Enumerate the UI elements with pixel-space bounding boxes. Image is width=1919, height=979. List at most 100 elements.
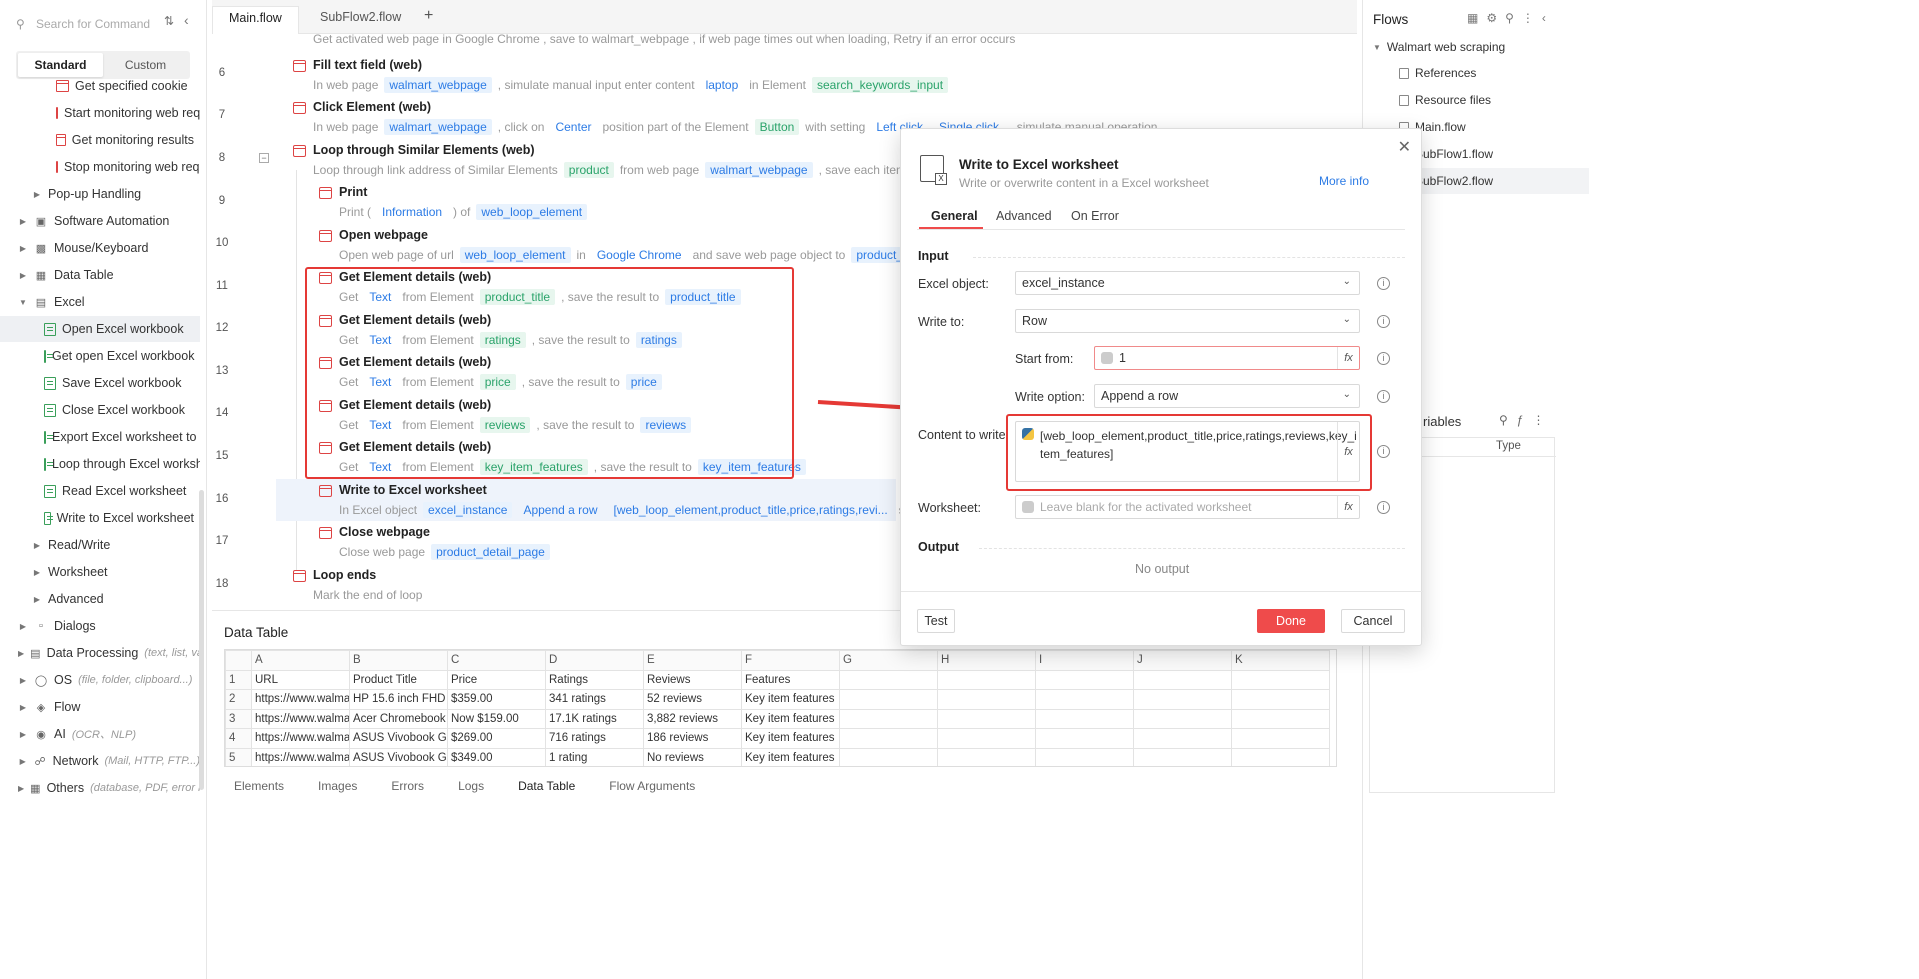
tree-item[interactable]: ▶ ◯ OS (file, folder, clipboard...) — [0, 667, 200, 693]
column-header[interactable]: H — [937, 650, 1036, 671]
table-cell[interactable] — [1231, 708, 1330, 729]
table-cell[interactable] — [1035, 708, 1134, 729]
test-button[interactable]: Test — [917, 609, 955, 633]
table-cell[interactable] — [1133, 689, 1232, 710]
table-cell[interactable] — [839, 689, 938, 710]
tree-item[interactable]: ▶ ▤ Data Processing (text, list, variab — [0, 640, 200, 666]
table-cell[interactable]: Features — [741, 669, 840, 690]
step-18[interactable]: Loop ends Mark the end of loop — [293, 568, 428, 602]
table-cell[interactable]: https://www.walmar — [251, 747, 350, 766]
write-option-select[interactable]: Append a row ⌄ — [1094, 384, 1360, 408]
tab-main-flow[interactable]: Main.flow — [212, 6, 299, 34]
table-cell[interactable]: 52 reviews — [643, 689, 742, 710]
tree-item[interactable]: ▶ ▩ Mouse/Keyboard — [0, 235, 200, 261]
var-chip[interactable]: walmart_webpage — [384, 119, 492, 135]
table-cell[interactable] — [1035, 669, 1134, 690]
table-cell[interactable]: Key item features — [741, 747, 840, 766]
table-cell[interactable]: 4 — [225, 728, 252, 749]
flow-item[interactable]: SubFlow2.flow — [1399, 168, 1589, 194]
tree-item[interactable]: ▶ Advanced — [0, 586, 200, 612]
bottom-tab[interactable]: Errors — [391, 772, 424, 800]
value-chip[interactable]: Center — [550, 119, 596, 135]
value-chip[interactable]: [web_loop_element,product_title,price,ra… — [609, 502, 893, 518]
table-cell[interactable] — [937, 708, 1036, 729]
fx-icon[interactable]: fx — [1337, 496, 1359, 518]
table-cell[interactable]: HP 15.6 inch FHD IF — [349, 689, 448, 710]
add-tab-icon[interactable]: + — [408, 3, 449, 31]
tree-item[interactable]: ▶ ☍ Network (Mail, HTTP, FTP...) — [0, 748, 200, 774]
table-cell[interactable]: Product Title — [349, 669, 448, 690]
column-header[interactable]: K — [1231, 650, 1330, 671]
column-header[interactable]: B — [349, 650, 448, 671]
write-to-select[interactable]: Row ⌄ — [1015, 309, 1360, 333]
table-cell[interactable]: $359.00 — [447, 689, 546, 710]
table-cell[interactable] — [1231, 689, 1330, 710]
table-cell[interactable]: 5 — [225, 747, 252, 766]
step-5[interactable]: Get activated web page in Google Chrome … — [313, 32, 1015, 46]
tree-item[interactable]: Loop through Excel workshee — [0, 451, 200, 477]
flow-item[interactable]: Resource files — [1399, 93, 1491, 107]
tree-item[interactable]: ▶ ▦ Data Table — [0, 262, 200, 288]
table-cell[interactable]: Key item features — [741, 728, 840, 749]
var-chip[interactable]: walmart_webpage — [384, 77, 492, 93]
table-cell[interactable] — [937, 689, 1036, 710]
column-header[interactable]: F — [741, 650, 840, 671]
tree-item[interactable]: Stop monitoring web requ — [0, 154, 200, 180]
tree-item[interactable]: Get open Excel workbook — [0, 343, 200, 369]
table-cell[interactable]: 2 — [225, 689, 252, 710]
table-row[interactable]: 3 https://www.walmar Acer Chromebook Now $1… — [225, 708, 1330, 729]
table-cell[interactable]: No reviews — [643, 747, 742, 766]
table-cell[interactable] — [937, 747, 1036, 766]
column-header[interactable]: I — [1035, 650, 1134, 671]
table-cell[interactable] — [1133, 708, 1232, 729]
data-table[interactable]: A B C D E F G H I J K 1 URL Product Title Price Ratings… — [225, 650, 1330, 766]
table-cell[interactable]: $349.00 — [447, 747, 546, 766]
table-cell[interactable]: Now $159.00 — [447, 708, 546, 729]
flow-root[interactable]: ▼ Walmart web scraping — [1373, 40, 1505, 54]
tree-item[interactable]: Read Excel worksheet — [0, 478, 200, 504]
table-cell[interactable]: Acer Chromebook — [349, 708, 448, 729]
table-cell[interactable]: 716 ratings — [545, 728, 644, 749]
table-cell[interactable]: https://www.walmar — [251, 728, 350, 749]
var-chip[interactable]: walmart_webpage — [705, 162, 813, 178]
table-cell[interactable] — [1035, 747, 1134, 766]
table-cell[interactable] — [839, 708, 938, 729]
fx-icon[interactable]: fx — [1337, 347, 1359, 369]
tree-item[interactable]: ▶ ▣ Software Automation — [0, 208, 200, 234]
flows-toolbar-icons[interactable]: ▦⚙⚲⋮‹ — [1467, 11, 1554, 25]
table-row[interactable]: 2https://www.walmarHP 15.6 inch FHD IF$3… — [225, 689, 1330, 710]
tree-item[interactable]: Open Excel workbook — [0, 316, 200, 342]
table-cell[interactable] — [839, 669, 938, 690]
tab-on-error[interactable]: On Error — [1071, 209, 1119, 223]
tree-item[interactable]: Start monitoring web requ — [0, 100, 200, 126]
tree-item[interactable]: Get monitoring results — [0, 127, 200, 153]
bottom-tab[interactable]: Images — [318, 772, 357, 800]
bottom-tab[interactable]: Flow Arguments — [609, 772, 695, 800]
tree-item[interactable]: ▶ Worksheet — [0, 559, 200, 585]
excel-object-select[interactable]: excel_instance ⌄ — [1015, 271, 1360, 295]
table-cell[interactable] — [937, 669, 1036, 690]
cancel-button[interactable]: Cancel — [1341, 609, 1405, 633]
table-cell[interactable] — [1035, 689, 1134, 710]
table-cell[interactable]: $269.00 — [447, 728, 546, 749]
info-icon[interactable]: i — [1377, 315, 1390, 328]
var-chip[interactable]: web_loop_element — [476, 204, 588, 220]
table-cell[interactable]: 1 — [225, 669, 252, 690]
table-cell[interactable]: ASUS Vivobook Go — [349, 728, 448, 749]
element-chip[interactable]: product — [563, 162, 614, 178]
column-header[interactable] — [225, 650, 252, 671]
step-10[interactable]: Open webpage Open web page of url web_loop… — [319, 228, 976, 263]
table-cell[interactable]: 186 reviews — [643, 728, 742, 749]
command-search[interactable]: ⚲ Search for Command — [16, 12, 186, 36]
value-chip[interactable]: Append a row — [518, 502, 602, 518]
step-9[interactable]: Print Print (Information) of web_loop_elem… — [319, 185, 593, 220]
tree-item[interactable]: ▶ ▦ Others (database, PDF, error hand — [0, 775, 200, 801]
table-cell[interactable] — [1035, 728, 1134, 749]
bottom-tab[interactable]: Elements — [234, 772, 284, 800]
data-table-grid[interactable]: A B C D E F G H I J K 1 URL Product Title Price Ratings… — [224, 649, 1337, 767]
tree-item[interactable]: Export Excel worksheet to PD — [0, 424, 200, 450]
table-cell[interactable]: Key item features — [741, 689, 840, 710]
var-chip[interactable]: web_loop_element — [459, 247, 571, 263]
search-input[interactable]: Search for Command — [36, 17, 150, 31]
info-icon[interactable]: i — [1377, 352, 1390, 365]
